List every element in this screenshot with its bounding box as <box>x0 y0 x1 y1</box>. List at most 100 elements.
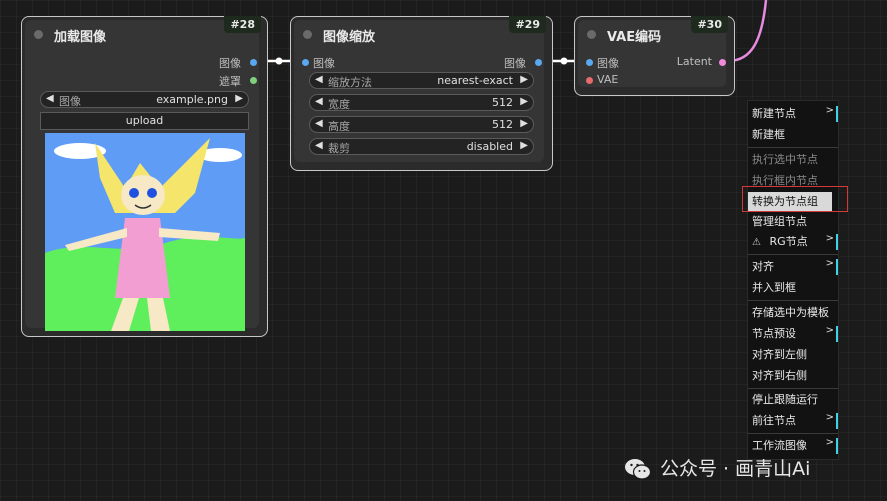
menu-item-label: 存储选中为模板 <box>752 306 829 319</box>
widget-label: 缩放方法 <box>328 76 372 89</box>
menu-separator <box>748 254 838 255</box>
preview-drawing <box>45 133 245 331</box>
node-vae-encode[interactable]: VAE编码 #30 图像 VAE Latent <box>574 16 735 96</box>
submenu-chevron-icon: > <box>825 258 834 269</box>
rg-logo-icon: ⚠ <box>752 237 761 248</box>
menu-item-label: 新建节点 <box>752 107 796 120</box>
menu-item-label: 工作流图像 <box>752 439 807 452</box>
menu-item-stop-follow[interactable]: 停止跟随运行 <box>748 390 838 410</box>
width-widget[interactable]: ◀ 宽度 512 ▶ <box>309 94 534 111</box>
output-image-label: 图像 <box>219 57 241 70</box>
height-widget[interactable]: ◀ 高度 512 ▶ <box>309 116 534 133</box>
node-id-badge: #28 <box>224 16 261 33</box>
left-arrow-icon[interactable]: ◀ <box>315 118 323 129</box>
menu-item-workflow-image[interactable]: 工作流图像 > <box>748 436 838 456</box>
menu-item-save-as-template[interactable]: 存储选中为模板 <box>748 303 838 323</box>
menu-separator <box>748 147 838 148</box>
image-select-widget[interactable]: ◀ 图像 example.png ▶ <box>40 91 249 108</box>
widget-value: 512 <box>492 118 513 131</box>
submenu-chevron-icon: > <box>825 105 834 116</box>
upload-button[interactable]: upload <box>40 112 249 130</box>
widget-label: 宽度 <box>328 98 350 111</box>
widget-label: 高度 <box>328 120 350 133</box>
output-image-slot[interactable] <box>250 59 257 66</box>
node-title: 图像缩放 <box>323 30 376 45</box>
menu-item-label: 对齐到右侧 <box>752 369 807 382</box>
left-arrow-icon[interactable]: ◀ <box>315 140 323 151</box>
image-preview <box>45 133 245 331</box>
submenu-marker <box>836 106 838 122</box>
menu-item-run-selected: 执行选中节点 <box>748 150 838 170</box>
menu-item-label: 新建框 <box>752 128 785 141</box>
output-image-label: 图像 <box>504 57 526 70</box>
submenu-marker <box>836 259 838 275</box>
menu-item-rg-nodes[interactable]: ⚠ RG节点 > <box>748 232 838 252</box>
submenu-chevron-icon: > <box>825 437 834 448</box>
output-mask-label: 遮罩 <box>219 75 241 88</box>
submenu-chevron-icon: > <box>825 325 834 336</box>
menu-item-align-left[interactable]: 对齐到左侧 <box>748 345 838 365</box>
input-vae-label: VAE <box>597 73 619 86</box>
menu-item-merge-to-frame[interactable]: 并入到框 <box>748 278 838 298</box>
input-image-slot[interactable] <box>586 59 593 66</box>
submenu-marker <box>836 326 838 342</box>
submenu-chevron-icon: > <box>825 233 834 244</box>
node-id-badge: #29 <box>509 16 546 33</box>
node-title: VAE编码 <box>607 30 662 45</box>
menu-item-label: 并入到框 <box>752 281 796 294</box>
crop-widget[interactable]: ◀ 裁剪 disabled ▶ <box>309 138 534 155</box>
context-menu: 新建节点 > 新建框 执行选中节点 执行框内节点 转换为节点组 管理组节点 ⚠ … <box>747 100 839 460</box>
menu-item-new-frame[interactable]: 新建框 <box>748 125 838 145</box>
node-load-image[interactable]: 加载图像 #28 图像 遮罩 ◀ 图像 example.png ▶ upload <box>21 16 268 337</box>
right-arrow-icon[interactable]: ▶ <box>235 93 243 104</box>
menu-separator <box>748 300 838 301</box>
wechat-icon <box>625 459 652 480</box>
output-image-slot[interactable] <box>535 59 542 66</box>
menu-item-align-right[interactable]: 对齐到右侧 <box>748 366 838 386</box>
right-arrow-icon[interactable]: ▶ <box>520 140 528 151</box>
input-image-label: 图像 <box>597 57 619 70</box>
collapse-dot-icon[interactable] <box>34 30 43 39</box>
menu-item-goto-node[interactable]: 前往节点 > <box>748 411 838 431</box>
menu-item-label: 停止跟随运行 <box>752 393 818 406</box>
widget-label: 图像 <box>59 95 81 108</box>
submenu-marker <box>836 438 838 454</box>
right-arrow-icon[interactable]: ▶ <box>520 74 528 85</box>
menu-item-label: 对齐到左侧 <box>752 348 807 361</box>
left-arrow-icon[interactable]: ◀ <box>315 74 323 85</box>
menu-item-label: 对齐 <box>752 260 774 273</box>
widget-label: 裁剪 <box>328 142 350 155</box>
output-mask-slot[interactable] <box>250 77 257 84</box>
widget-value: nearest-exact <box>437 74 513 87</box>
menu-item-label: 执行选中节点 <box>752 153 818 166</box>
widget-value: disabled <box>466 140 513 153</box>
input-vae-slot[interactable] <box>586 77 593 84</box>
submenu-chevron-icon: > <box>825 412 834 423</box>
widget-value: example.png <box>156 93 228 106</box>
collapse-dot-icon[interactable] <box>587 30 596 39</box>
menu-item-label: 前往节点 <box>752 414 796 427</box>
watermark-text: 公众号 · 画青山Ai <box>660 458 811 480</box>
output-latent-slot[interactable] <box>719 59 726 66</box>
menu-item-align[interactable]: 对齐 > <box>748 257 838 277</box>
menu-item-new-node[interactable]: 新建节点 > <box>748 104 838 124</box>
left-arrow-icon[interactable]: ◀ <box>46 93 54 104</box>
right-arrow-icon[interactable]: ▶ <box>520 118 528 129</box>
menu-item-manage-group[interactable]: 管理组节点 <box>748 212 838 232</box>
input-image-label: 图像 <box>313 57 335 70</box>
menu-separator <box>748 433 838 434</box>
input-image-slot[interactable] <box>302 59 309 66</box>
menu-item-node-presets[interactable]: 节点预设 > <box>748 324 838 344</box>
menu-item-label: 管理组节点 <box>752 215 807 228</box>
right-arrow-icon[interactable]: ▶ <box>520 96 528 107</box>
menu-separator <box>748 388 838 389</box>
highlight-annotation-box <box>742 186 848 212</box>
left-arrow-icon[interactable]: ◀ <box>315 96 323 107</box>
widget-value: 512 <box>492 96 513 109</box>
output-latent-label: Latent <box>676 55 712 68</box>
menu-item-label: RG节点 <box>769 235 808 248</box>
submenu-marker <box>836 413 838 429</box>
scale-method-widget[interactable]: ◀ 缩放方法 nearest-exact ▶ <box>309 72 534 89</box>
collapse-dot-icon[interactable] <box>303 30 312 39</box>
node-scale-image[interactable]: 图像缩放 #29 图像 图像 ◀ 缩放方法 nearest-exact ▶ ◀ … <box>290 16 553 171</box>
